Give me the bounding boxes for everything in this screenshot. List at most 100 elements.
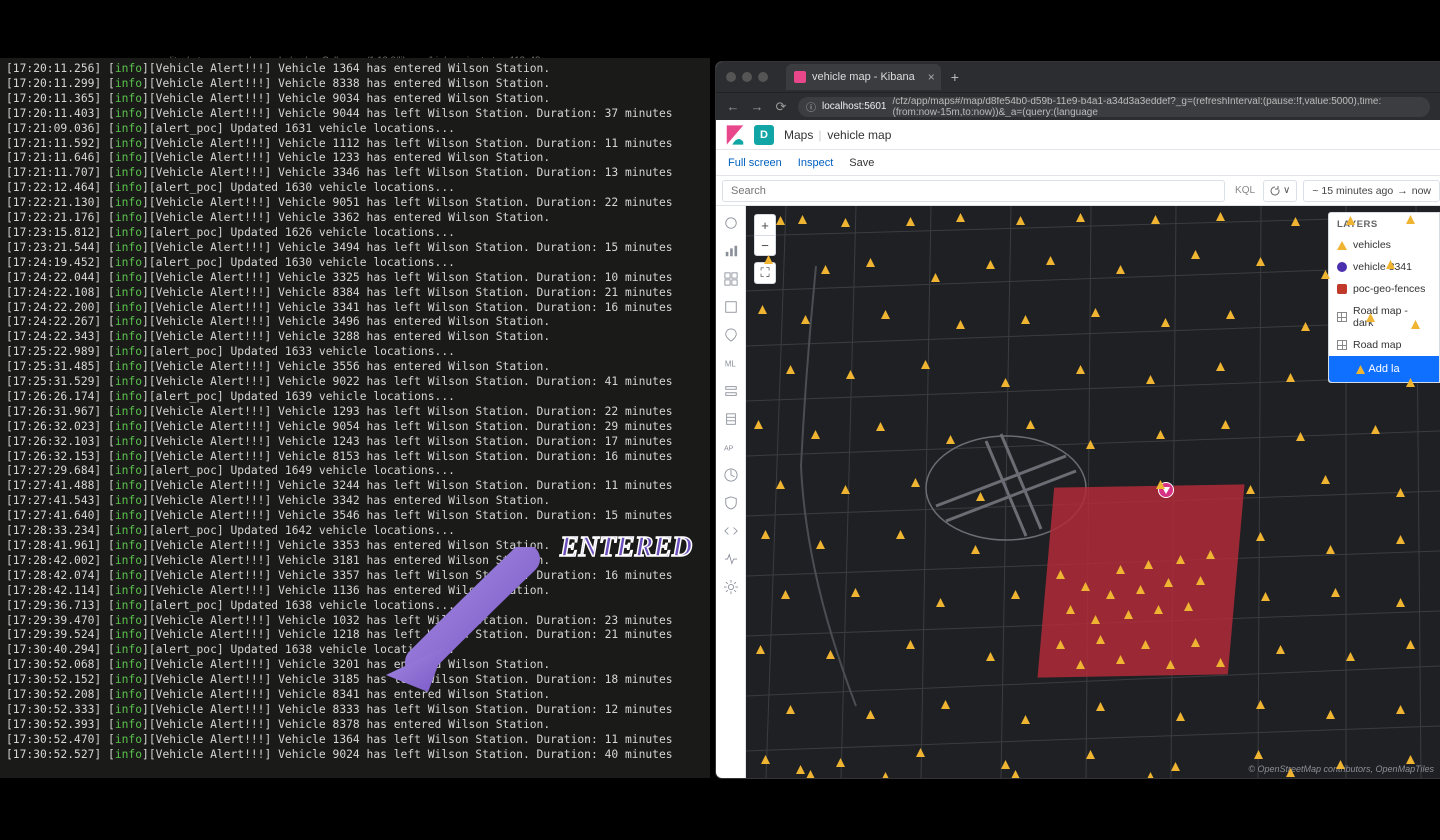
nav-logs-icon[interactable]: [724, 412, 738, 426]
vehicle-marker[interactable]: [1056, 636, 1065, 645]
vehicle-marker[interactable]: [1256, 696, 1265, 705]
vehicle-marker[interactable]: [1184, 598, 1193, 607]
vehicle-marker[interactable]: [1216, 654, 1225, 663]
layer-row[interactable]: Road map: [1329, 334, 1439, 356]
vehicle-marker[interactable]: [1011, 766, 1020, 775]
vehicle-marker[interactable]: [1336, 756, 1345, 765]
vehicle-marker[interactable]: [1366, 309, 1375, 318]
close-tab-icon[interactable]: ×: [928, 70, 935, 84]
vehicle-marker[interactable]: [764, 251, 773, 260]
vehicle-marker[interactable]: [1371, 421, 1380, 430]
vehicle-marker[interactable]: [816, 536, 825, 545]
vehicle-marker[interactable]: [1124, 606, 1133, 615]
vehicle-marker[interactable]: [1396, 594, 1405, 603]
vehicle-marker[interactable]: [1321, 266, 1330, 275]
save-button[interactable]: Save: [849, 157, 874, 169]
layer-row[interactable]: poc-geo-fences: [1329, 278, 1439, 300]
search-input[interactable]: [722, 180, 1225, 202]
vehicle-marker[interactable]: [1386, 256, 1395, 265]
vehicle-marker[interactable]: [1166, 656, 1175, 665]
vehicle-marker[interactable]: [776, 476, 785, 485]
vehicle-marker[interactable]: [1221, 416, 1230, 425]
nav-discover-icon[interactable]: [724, 216, 738, 230]
vehicle-marker[interactable]: [1136, 581, 1145, 590]
vehicle-marker[interactable]: [946, 431, 955, 440]
vehicle-marker[interactable]: [756, 641, 765, 650]
inspect-button[interactable]: Inspect: [798, 157, 833, 169]
layers-panel[interactable]: LAYERS vehiclesvehicle 8341poc-geo-fence…: [1328, 212, 1440, 383]
vehicle-marker[interactable]: [1406, 751, 1415, 760]
vehicle-marker[interactable]: [1091, 611, 1100, 620]
vehicle-marker[interactable]: [931, 269, 940, 278]
vehicle-marker[interactable]: [1081, 578, 1090, 587]
layer-row[interactable]: vehicles: [1329, 234, 1439, 256]
vehicle-marker[interactable]: [1301, 318, 1310, 327]
vehicle-marker[interactable]: [941, 696, 950, 705]
vehicle-marker[interactable]: [1001, 374, 1010, 383]
vehicle-marker[interactable]: [1406, 211, 1415, 220]
vehicle-marker[interactable]: [1161, 314, 1170, 323]
nav-monitoring-icon[interactable]: [724, 552, 738, 566]
back-icon[interactable]: ←: [726, 99, 740, 114]
vehicle-marker[interactable]: [1086, 746, 1095, 755]
vehicle-marker[interactable]: [1256, 528, 1265, 537]
nav-management-icon[interactable]: [724, 580, 738, 594]
vehicle-marker[interactable]: [1096, 698, 1105, 707]
vehicle-marker[interactable]: [1396, 701, 1405, 710]
nav-dev-icon[interactable]: [724, 524, 738, 538]
vehicle-marker[interactable]: [1066, 601, 1075, 610]
vehicle-marker[interactable]: [796, 761, 805, 770]
vehicle-marker[interactable]: [906, 636, 915, 645]
vehicle-marker[interactable]: [811, 426, 820, 435]
vehicle-marker[interactable]: [1346, 648, 1355, 657]
vehicle-marker[interactable]: [1291, 213, 1300, 222]
vehicle-marker[interactable]: [1116, 561, 1125, 570]
vehicle-marker[interactable]: [1296, 428, 1305, 437]
vehicle-marker[interactable]: [1144, 556, 1153, 565]
vehicle-marker[interactable]: [806, 766, 815, 775]
vehicle-marker[interactable]: [1226, 306, 1235, 315]
vehicle-marker[interactable]: [841, 481, 850, 490]
vehicle-marker[interactable]: [1001, 756, 1010, 765]
vehicle-marker[interactable]: [1106, 586, 1115, 595]
vehicle-marker[interactable]: [866, 254, 875, 263]
vehicle-marker[interactable]: [916, 744, 925, 753]
vehicle-marker[interactable]: [1411, 316, 1420, 325]
vehicle-marker[interactable]: [986, 256, 995, 265]
vehicle-marker[interactable]: [1326, 706, 1335, 715]
vehicle-marker[interactable]: [1196, 572, 1205, 581]
vehicle-marker[interactable]: [1096, 631, 1105, 640]
vehicle-marker[interactable]: [1406, 636, 1415, 645]
vehicle-marker[interactable]: [1216, 208, 1225, 217]
layer-row[interactable]: Road map - dark: [1329, 300, 1439, 334]
time-picker[interactable]: ~ 15 minutes ago → now: [1303, 180, 1440, 202]
vehicle-marker[interactable]: [1156, 476, 1165, 485]
vehicle-marker[interactable]: [1286, 764, 1295, 773]
vehicle-marker[interactable]: [1011, 586, 1020, 595]
vehicle-marker[interactable]: [1021, 311, 1030, 320]
vehicle-marker[interactable]: [1046, 252, 1055, 261]
vehicle-marker[interactable]: [1146, 768, 1155, 777]
vehicle-marker[interactable]: [976, 488, 985, 497]
vehicle-marker[interactable]: [1151, 211, 1160, 220]
vehicle-marker[interactable]: [1116, 651, 1125, 660]
vehicle-marker[interactable]: [876, 418, 885, 427]
vehicle-marker[interactable]: [1026, 416, 1035, 425]
vehicle-marker[interactable]: [971, 541, 980, 550]
vehicle-marker[interactable]: [881, 768, 890, 777]
vehicle-marker[interactable]: [761, 751, 770, 760]
vehicle-marker[interactable]: [1191, 634, 1200, 643]
vehicle-marker[interactable]: [1086, 436, 1095, 445]
nav-uptime-icon[interactable]: [724, 468, 738, 482]
vehicle-marker[interactable]: [1176, 551, 1185, 560]
vehicle-marker[interactable]: [1056, 566, 1065, 575]
vehicle-marker[interactable]: [826, 646, 835, 655]
vehicle-marker[interactable]: [836, 754, 845, 763]
vehicle-marker[interactable]: [1346, 212, 1355, 221]
vehicle-marker[interactable]: [1021, 711, 1030, 720]
add-layer-button[interactable]: Add la: [1329, 356, 1439, 382]
kibana-logo-icon[interactable]: [724, 124, 746, 146]
vehicle-marker[interactable]: [1141, 636, 1150, 645]
vehicle-marker[interactable]: [1146, 371, 1155, 380]
vehicle-marker[interactable]: [1321, 471, 1330, 480]
